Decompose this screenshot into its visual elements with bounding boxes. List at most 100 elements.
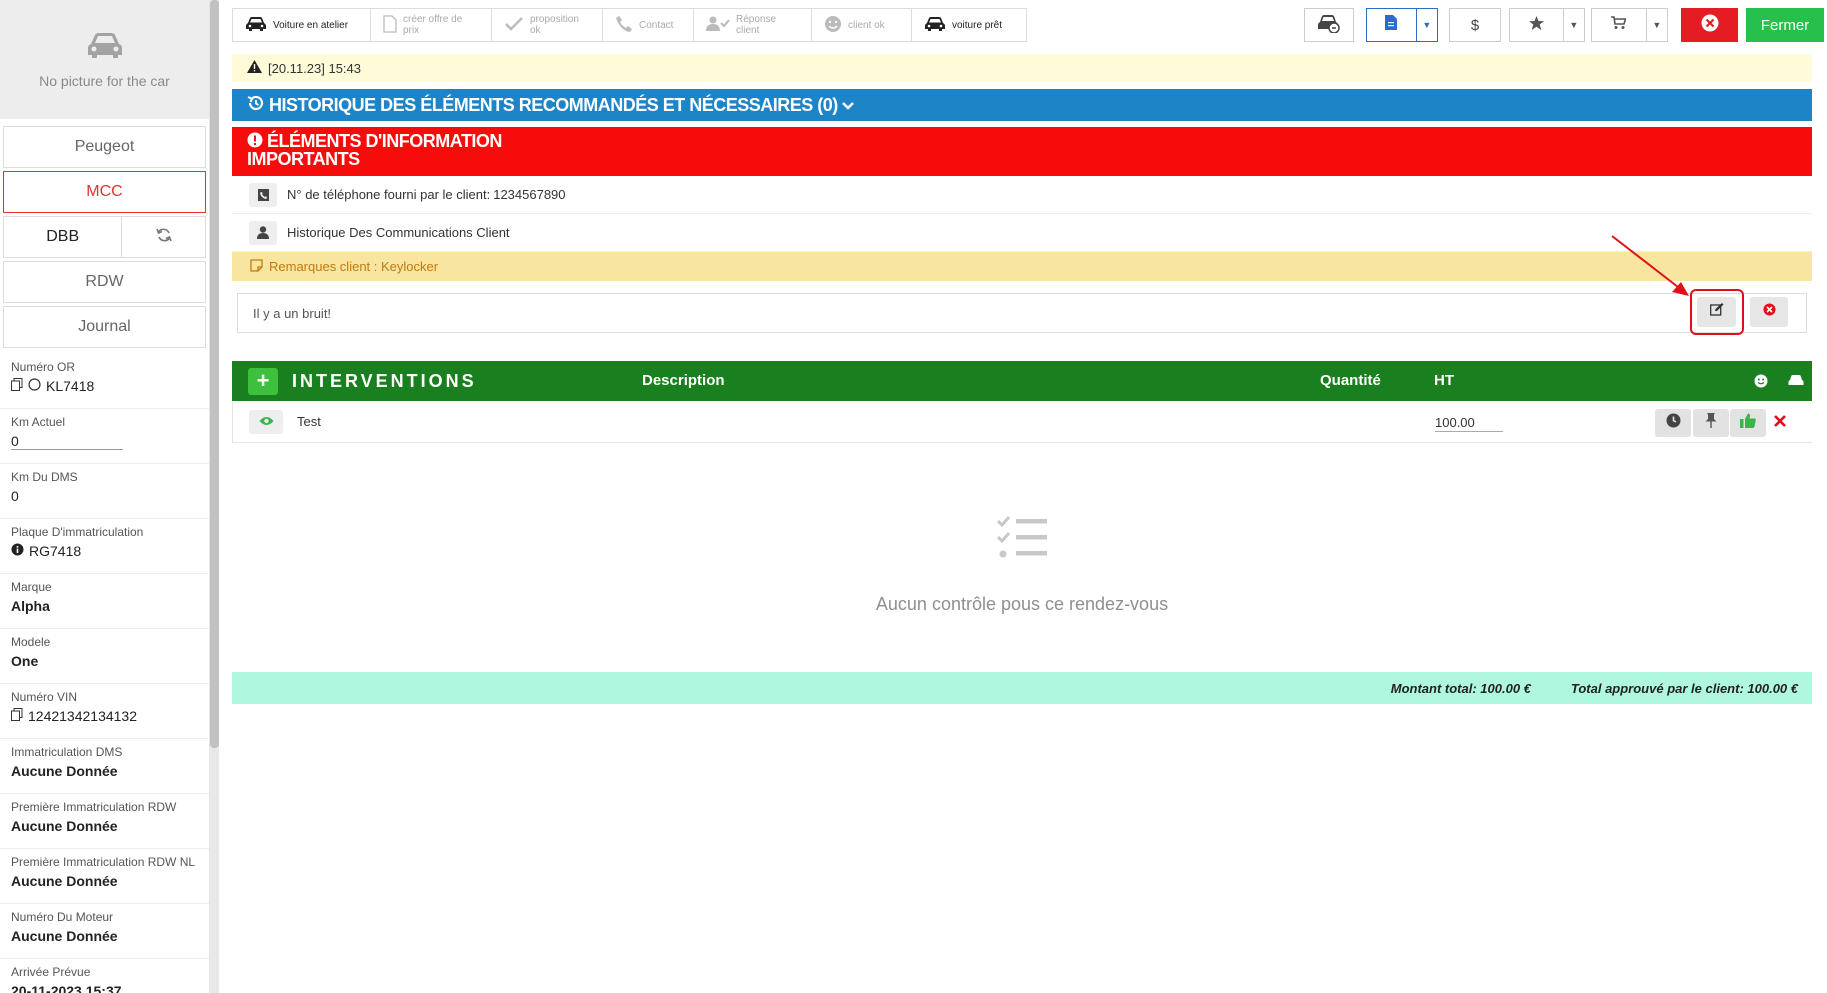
- car-wrench-icon: [1317, 13, 1341, 38]
- approve-button[interactable]: [1730, 409, 1766, 437]
- step-contact[interactable]: Contact: [603, 8, 694, 42]
- field-value: Alpha: [11, 598, 50, 614]
- history-toggle[interactable]: HISTORIQUE DES ÉLÉMENTS RECOMMANDÉS ET N…: [232, 89, 1812, 121]
- cart-button[interactable]: [1592, 9, 1646, 41]
- step-client-ok[interactable]: client ok: [812, 8, 912, 42]
- document-dropdown[interactable]: ▼: [1366, 8, 1438, 42]
- circle-icon[interactable]: [28, 378, 41, 394]
- delete-remark-button[interactable]: [1750, 297, 1788, 327]
- smile-icon: [824, 15, 842, 36]
- field-value: Aucune Donnée: [11, 763, 118, 779]
- document-icon: [383, 14, 397, 36]
- info-icon[interactable]: [11, 543, 24, 559]
- pin-button[interactable]: [1693, 409, 1729, 437]
- checklist-icon: [996, 516, 1048, 565]
- cart-icon: [1611, 15, 1627, 35]
- user-check-icon: [706, 16, 730, 35]
- fermer-button[interactable]: Fermer: [1746, 8, 1824, 42]
- star-button[interactable]: [1510, 9, 1563, 41]
- ht-input[interactable]: 100.00: [1435, 415, 1503, 432]
- step-voiture-pret[interactable]: voiture prêt: [912, 8, 1027, 42]
- km-actuel-input[interactable]: 0: [11, 433, 198, 450]
- field-label: Numéro VIN: [11, 690, 78, 704]
- field-value: Aucune Donnée: [11, 818, 118, 834]
- no-picture-text: No picture for the car: [39, 73, 170, 89]
- step-label: voiture prêt: [952, 19, 1003, 31]
- copy-icon[interactable]: [11, 708, 23, 724]
- favorite-dropdown[interactable]: ▼: [1509, 8, 1585, 42]
- document-button[interactable]: [1367, 9, 1416, 41]
- close-circle-icon: [1701, 14, 1719, 37]
- mcc-button[interactable]: MCC: [3, 171, 206, 213]
- field-label: Immatriculation DMS: [11, 745, 123, 759]
- step-label: client ok: [848, 19, 885, 31]
- step-creer-offre[interactable]: créer offre de prix: [371, 8, 492, 42]
- cart-dropdown[interactable]: ▼: [1591, 8, 1668, 42]
- price-button[interactable]: $: [1449, 8, 1501, 42]
- field-value: 12421342134132: [28, 708, 138, 724]
- field-km-dms: Km Du DMS 0: [0, 464, 209, 519]
- table-row: Test 100.00: [232, 401, 1812, 443]
- dollar-icon: $: [1470, 16, 1480, 34]
- step-voiture-en-atelier[interactable]: Voiture en atelier: [232, 8, 371, 42]
- dbb-button[interactable]: DBB: [3, 216, 123, 258]
- peugeot-button[interactable]: Peugeot: [3, 126, 206, 168]
- cancel-button[interactable]: [1681, 8, 1738, 42]
- file-icon: [1385, 15, 1398, 35]
- alert-row: [20.11.23] 15:43: [232, 54, 1812, 82]
- field-premiere-immat-rdw: Première Immatriculation RDW Aucune Donn…: [0, 794, 209, 849]
- alert-text: [20.11.23] 15:43: [268, 60, 362, 76]
- refresh-button[interactable]: [122, 216, 206, 258]
- step-proposition-ok[interactable]: proposition ok: [492, 8, 603, 42]
- field-km-actuel: Km Actuel 0: [0, 409, 209, 464]
- close-circle-icon: [1763, 303, 1776, 321]
- field-label: Numéro OR: [11, 360, 76, 374]
- field-value-row: 12421342134132: [11, 708, 198, 724]
- field-value: 20-11-2023 15:37: [11, 983, 122, 993]
- empty-state: Aucun contrôle pous ce rendez-vous: [232, 515, 1812, 615]
- annotation-highlight-box: [1690, 289, 1744, 335]
- field-numero-moteur: Numéro Du Moteur Aucune Donnée: [0, 904, 209, 959]
- totals-bar: Montant total: 100.00 € Total approuvé p…: [232, 672, 1812, 704]
- copy-icon[interactable]: [11, 378, 23, 394]
- step-reponse-client[interactable]: Réponse client: [694, 8, 812, 42]
- rdw-button[interactable]: RDW: [3, 261, 206, 303]
- field-label: Première Immatriculation RDW: [11, 800, 177, 814]
- field-numero-or: Numéro OR KL7418: [0, 354, 209, 409]
- journal-button[interactable]: Journal: [3, 306, 206, 348]
- field-value-row: RG7418: [11, 543, 198, 559]
- field-plaque: Plaque D'immatriculation RG7418: [0, 519, 209, 574]
- phone-icon: [615, 15, 633, 36]
- intervention-name: Test: [297, 414, 321, 429]
- col-description: Description: [642, 372, 725, 389]
- remark-text-box: Il y a un bruit!: [237, 293, 1807, 333]
- vehicle-service-button[interactable]: [1304, 8, 1354, 42]
- interventions-title: INTERVENTIONS: [292, 370, 477, 391]
- communication-history-row[interactable]: Historique Des Communications Client: [232, 214, 1812, 252]
- toggle-visibility-button[interactable]: [249, 409, 283, 434]
- field-label: Première Immatriculation RDW NL: [11, 855, 196, 869]
- important-title-line1: ÉLÉMENTS D'INFORMATION: [267, 131, 502, 151]
- step-label: Voiture en atelier: [273, 19, 349, 31]
- workflow-steps: Voiture en atelier créer offre de prix p…: [232, 8, 1027, 42]
- sidebar-scrollbar[interactable]: [210, 0, 219, 993]
- chevron-down-icon: [841, 95, 854, 116]
- sidebar: No picture for the car Peugeot MCC DBB R…: [0, 0, 210, 993]
- important-info-header: ÉLÉMENTS D'INFORMATION IMPORTANTS: [232, 127, 1812, 176]
- note-icon: [250, 258, 263, 275]
- time-button[interactable]: [1655, 409, 1691, 437]
- empty-state-text: Aucun contrôle pous ce rendez-vous: [875, 594, 1169, 614]
- refresh-icon: [155, 228, 172, 247]
- delete-icon[interactable]: [1774, 414, 1786, 432]
- chevron-down-icon[interactable]: ▼: [1415, 9, 1437, 41]
- step-label: créer offre de prix: [403, 14, 463, 36]
- add-intervention-button[interactable]: +: [248, 367, 278, 395]
- chevron-down-icon[interactable]: ▼: [1645, 9, 1667, 41]
- remark-text: Il y a un bruit!: [253, 305, 332, 321]
- scrollbar-thumb[interactable]: [210, 0, 219, 748]
- chevron-down-icon[interactable]: ▼: [1562, 9, 1584, 41]
- step-label: proposition ok: [530, 14, 579, 36]
- important-title-line2: IMPORTANTS: [247, 149, 360, 169]
- input-underline: 0: [11, 433, 123, 450]
- field-value: One: [11, 653, 39, 669]
